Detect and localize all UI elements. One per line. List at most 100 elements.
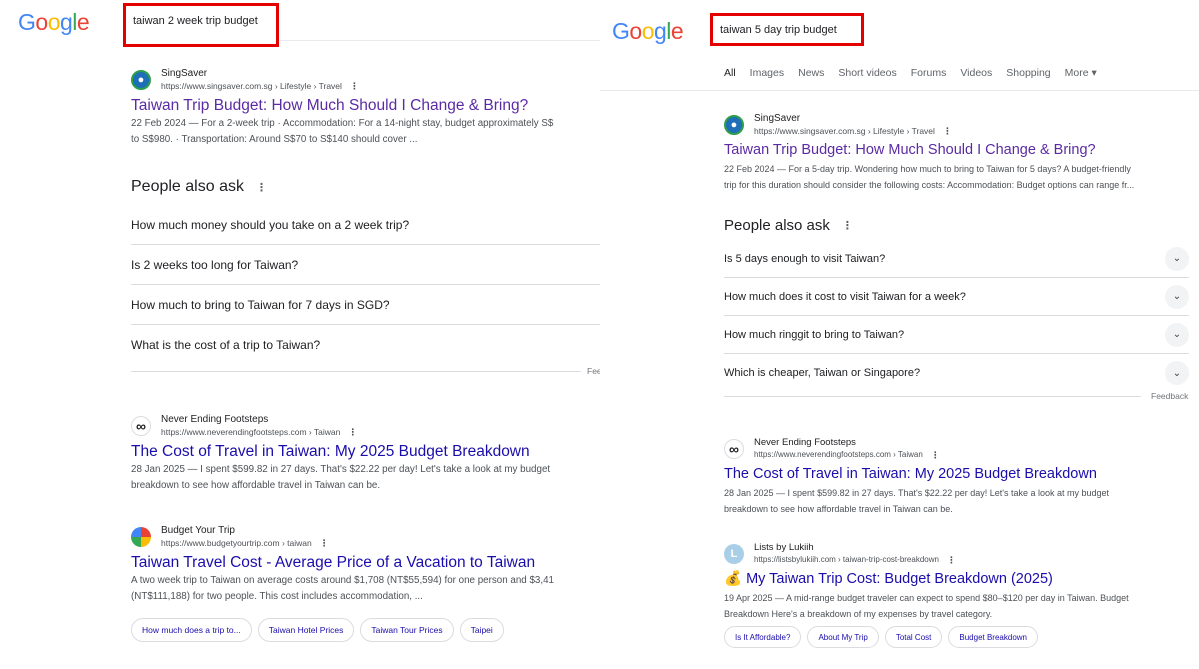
search-result: ● SingSaver https://www.singsaver.com.sg… — [724, 112, 1134, 193]
related-search-chip[interactable]: About My Trip — [807, 626, 879, 648]
paa-question-text: What is the cost of a trip to Taiwan? — [131, 338, 321, 352]
result-snippet: 28 Jan 2025 — I spent $599.82 in 27 days… — [131, 464, 551, 475]
more-options-icon[interactable]: ⋮ — [348, 426, 357, 438]
left-search-panel: Google taiwan 2 week trip budget ● SingS… — [0, 0, 600, 669]
related-search-chip[interactable]: How much does a trip to... — [131, 618, 252, 642]
tab-all[interactable]: All — [724, 67, 736, 79]
more-options-icon[interactable]: ⋮ — [931, 449, 940, 461]
more-options-icon[interactable]: ⋮ — [947, 554, 956, 566]
paa-question-text: How much ringgit to bring to Taiwan? — [724, 328, 905, 341]
result-snippet: A two week trip to Taiwan on average cos… — [131, 575, 554, 586]
google-logo[interactable]: Google — [18, 9, 90, 36]
paa-question-text: Which is cheaper, Taiwan or Singapore? — [724, 367, 921, 379]
tab-forums[interactable]: Forums — [911, 67, 947, 79]
result-title-link[interactable]: Taiwan Trip Budget: How Much Should I Ch… — [724, 140, 1134, 161]
result-url[interactable]: https://www.neverendingfootsteps.com › T… — [161, 426, 340, 438]
related-search-chip[interactable]: Taipei — [459, 618, 504, 642]
tab-images[interactable]: Images — [750, 67, 784, 79]
more-options-icon[interactable]: ⋮ — [943, 125, 952, 137]
paa-question[interactable]: How much to bring to Taiwan for 7 days i… — [131, 285, 600, 325]
result-title-link[interactable]: 💰 My Taiwan Trip Cost: Budget Breakdown … — [724, 569, 1129, 590]
result-site-name: Never Ending Footsteps — [161, 414, 269, 425]
related-search-chip[interactable]: Taiwan Hotel Prices — [257, 618, 355, 642]
paa-question-text: Is 5 days enough to visit Taiwan? — [724, 252, 886, 265]
result-title-link[interactable]: Taiwan Travel Cost - Average Price of a … — [131, 552, 554, 573]
search-input[interactable]: taiwan 5 day trip budget — [710, 13, 864, 46]
tab-more[interactable]: More ▾ — [1065, 67, 1097, 79]
tab-videos[interactable]: Videos — [960, 67, 992, 79]
result-url[interactable]: https://www.budgetyourtrip.com › taiwan — [161, 537, 312, 549]
tab-short-videos[interactable]: Short videos — [838, 67, 896, 79]
chevron-down-icon[interactable]: ⌄ — [1165, 322, 1189, 347]
result-site-name: SingSaver — [161, 68, 208, 79]
result-title-link[interactable]: The Cost of Travel in Taiwan: My 2025 Bu… — [131, 441, 550, 462]
chevron-down-icon[interactable]: ⌄ — [1165, 246, 1189, 271]
paa-question[interactable]: Is 2 weeks too long for Taiwan? — [131, 245, 600, 285]
feedback-link[interactable]: Fee — [587, 366, 600, 376]
result-url[interactable]: https://www.singsaver.com.sg › Lifestyle… — [161, 80, 342, 92]
paa-title-text: People also ask — [724, 217, 830, 234]
search-result: Budget Your Trip https://www.budgetyourt… — [131, 524, 554, 605]
result-title-link[interactable]: The Cost of Travel in Taiwan: My 2025 Bu… — [724, 464, 1109, 485]
search-result: L Lists by Lukiih https://listsbylukiih.… — [724, 541, 1129, 622]
chevron-down-icon[interactable]: ⌄ — [1165, 361, 1189, 385]
google-logo[interactable]: Google — [612, 18, 684, 45]
related-search-chip[interactable]: Total Cost — [884, 626, 943, 648]
never-ending-footsteps-favicon-icon: ∞ — [724, 438, 744, 459]
paa-question-text: How much to bring to Taiwan for 7 days i… — [131, 297, 390, 312]
paa-question[interactable]: How much money should you take on a 2 we… — [131, 205, 600, 245]
search-query: taiwan 2 week trip budget — [133, 15, 258, 27]
related-chips: Is It Affordable? About My Trip Total Co… — [724, 626, 1044, 648]
paa-question[interactable]: What is the cost of a trip to Taiwan? — [131, 325, 600, 365]
search-input[interactable]: taiwan 2 week trip budget — [123, 3, 279, 47]
more-options-icon[interactable]: ⋮ — [256, 181, 267, 194]
result-snippet: 22 Feb 2024 — For a 5-day trip. Wonderin… — [724, 164, 1131, 174]
result-url[interactable]: https://www.neverendingfootsteps.com › T… — [754, 449, 923, 461]
singsaver-favicon-icon: ● — [724, 114, 744, 135]
feedback-link[interactable]: Feedback — [1151, 391, 1188, 401]
result-snippet: to S$980. · Transportation: Around S$70 … — [131, 134, 418, 145]
paa-question[interactable]: Which is cheaper, Taiwan or Singapore? ⌄ — [724, 354, 1189, 392]
paa-question[interactable]: How much ringgit to bring to Taiwan? ⌄ — [724, 316, 1189, 354]
people-also-ask-heading: People also ask ⋮ — [131, 178, 267, 196]
result-site-name: Lists by Lukiih — [754, 542, 814, 553]
result-site-name: Never Ending Footsteps — [754, 437, 856, 448]
related-search-chip[interactable]: Taiwan Tour Prices — [360, 618, 454, 642]
paa-question[interactable]: Is 5 days enough to visit Taiwan? ⌄ — [724, 240, 1189, 278]
paa-question-text: How much money should you take on a 2 we… — [131, 217, 410, 232]
never-ending-footsteps-favicon-icon: ∞ — [131, 415, 151, 436]
chevron-down-icon[interactable]: ⌄ — [1165, 284, 1189, 309]
people-also-ask-heading: People also ask ⋮ — [724, 217, 853, 234]
result-snippet: trip for this duration should consider t… — [724, 180, 1135, 190]
result-snippet: 22 Feb 2024 — For a 2-week trip · Accomm… — [131, 118, 554, 129]
more-options-icon[interactable]: ⋮ — [320, 537, 329, 549]
related-search-chip[interactable]: Is It Affordable? — [724, 626, 802, 648]
search-result: ● SingSaver https://www.singsaver.com.sg… — [131, 67, 553, 148]
result-url[interactable]: https://www.singsaver.com.sg › Lifestyle… — [754, 125, 935, 137]
result-url[interactable]: https://listsbylukiih.com › taiwan-trip-… — [754, 554, 939, 566]
paa-question-text: How much does it cost to visit Taiwan fo… — [724, 290, 966, 303]
related-chips: How much does a trip to... Taiwan Hotel … — [131, 618, 510, 642]
more-options-icon[interactable]: ⋮ — [842, 219, 853, 232]
budget-your-trip-favicon-icon — [131, 526, 151, 547]
result-snippet: breakdown to see how affordable travel i… — [724, 504, 953, 514]
result-title-link[interactable]: Taiwan Trip Budget: How Much Should I Ch… — [131, 95, 553, 116]
result-site-name: Budget Your Trip — [161, 525, 235, 536]
right-search-panel: Google taiwan 5 day trip budget All Imag… — [600, 0, 1199, 669]
singsaver-favicon-icon: ● — [131, 69, 151, 90]
result-snippet: 28 Jan 2025 — I spent $599.82 in 27 days… — [724, 488, 1110, 498]
paa-title-text: People also ask — [131, 178, 244, 195]
result-snippet: Breakdown Here's a breakdown of my expen… — [724, 609, 993, 619]
result-snippet: 19 Apr 2025 — A mid-range budget travele… — [724, 593, 1129, 603]
result-site-name: SingSaver — [754, 113, 801, 124]
search-result: ∞ Never Ending Footsteps https://www.nev… — [131, 413, 550, 494]
lists-by-lukiih-favicon-icon: L — [724, 543, 744, 564]
related-search-chip[interactable]: Budget Breakdown — [948, 626, 1038, 648]
result-snippet: breakdown to see how affordable travel i… — [131, 480, 381, 491]
tab-news[interactable]: News — [798, 67, 824, 79]
more-options-icon[interactable]: ⋮ — [350, 80, 359, 92]
paa-question-text: Is 2 weeks too long for Taiwan? — [131, 257, 299, 272]
search-tabs: All Images News Short videos Forums Vide… — [724, 67, 1111, 79]
paa-question[interactable]: How much does it cost to visit Taiwan fo… — [724, 278, 1189, 316]
tab-shopping[interactable]: Shopping — [1006, 67, 1050, 79]
